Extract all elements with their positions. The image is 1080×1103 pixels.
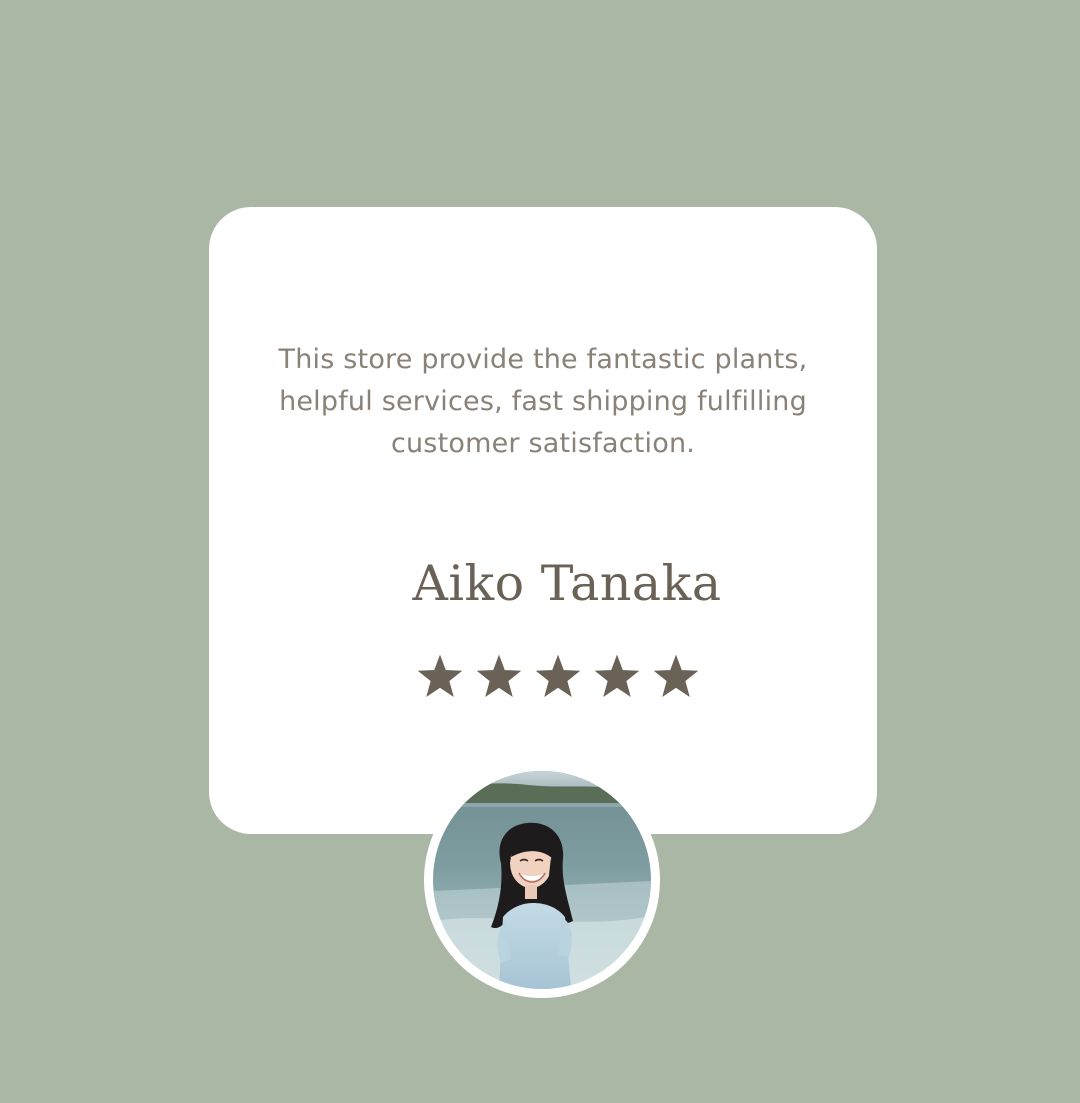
quote-line: This store provide the fantastic plants,	[278, 344, 808, 375]
testimonial-quote: This store provide the fantastic plants,…	[249, 339, 837, 465]
quote-line: helpful services, fast shipping fulfilli…	[279, 386, 807, 417]
star-icon	[653, 654, 699, 697]
star-icon	[417, 654, 463, 697]
star-icon	[535, 654, 581, 697]
avatar	[433, 771, 651, 989]
reviewer-photo	[433, 771, 651, 989]
star-icon	[594, 654, 640, 697]
avatar-frame	[424, 762, 660, 998]
star-rating	[417, 654, 699, 697]
reviewer-name: Aiko Tanaka	[412, 555, 722, 612]
testimonial-card: This store provide the fantastic plants,…	[209, 207, 877, 834]
star-icon	[476, 654, 522, 697]
quote-line: customer satisfaction.	[390, 428, 696, 459]
